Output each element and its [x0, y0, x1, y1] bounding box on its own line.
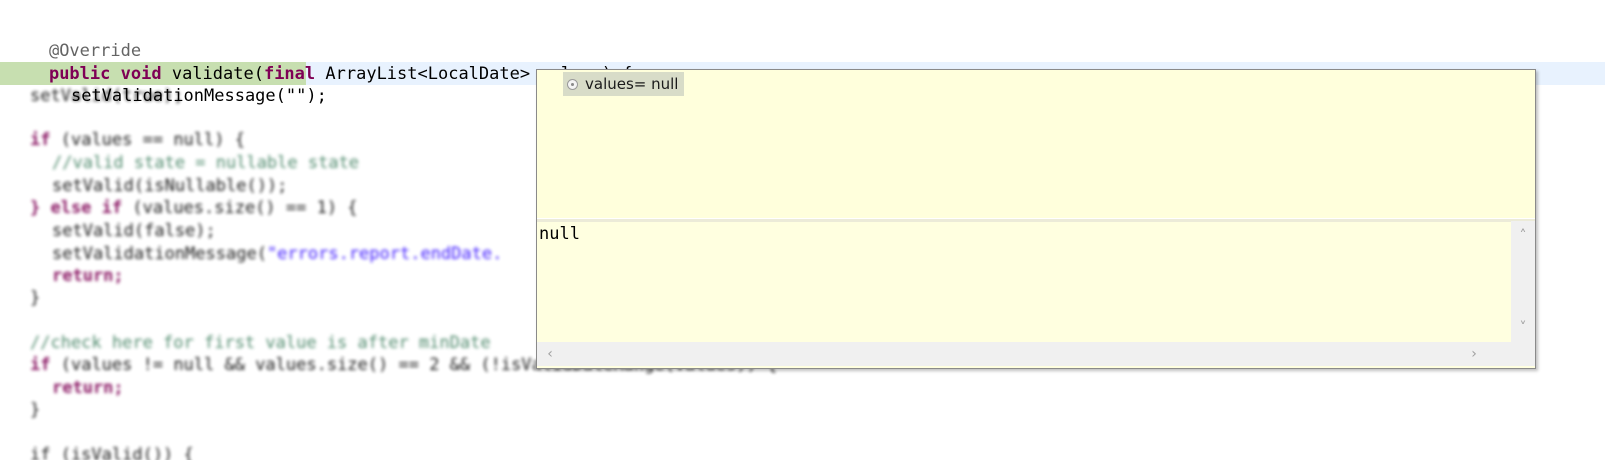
detail-pane[interactable]: null ˄ ˅ ‹ ›	[537, 221, 1535, 368]
variable-tree[interactable]: values= null	[537, 70, 1535, 218]
tree-item-values[interactable]: values= null	[563, 72, 685, 96]
code-line-signature[interactable]: public void validate(final ArrayList<Loc…	[8, 40, 633, 84]
code-line-set-validation[interactable]: setValidationMessage("");	[30, 62, 327, 106]
tree-item-label: values= null	[585, 75, 679, 93]
code-line[interactable]: return;	[52, 377, 124, 400]
scroll-left-icon[interactable]: ‹	[543, 347, 557, 361]
code-line[interactable]: setValid(true);	[30, 85, 184, 108]
code-line[interactable]: //valid state = nullable state	[52, 152, 359, 175]
code-line[interactable]: if (values == null) {	[30, 129, 245, 152]
code-line[interactable]: }	[30, 399, 40, 422]
horizontal-scrollbar[interactable]: ‹ ›	[537, 342, 1511, 366]
scroll-up-icon[interactable]: ˄	[1516, 229, 1530, 243]
scroll-right-icon[interactable]: ›	[1467, 347, 1481, 361]
code-line[interactable]: setValid(isNullable());	[52, 175, 287, 198]
code-line[interactable]: return;	[52, 265, 124, 288]
code-line-override[interactable]: @Override	[8, 17, 141, 61]
variable-icon	[567, 78, 578, 90]
code-line[interactable]: } else if (values.size() == 1) {	[30, 197, 358, 220]
scroll-corner	[1511, 342, 1535, 366]
detail-value-text[interactable]: null	[539, 223, 1489, 341]
vertical-scrollbar[interactable]: ˄ ˅	[1511, 221, 1535, 342]
scroll-down-icon[interactable]: ˅	[1516, 321, 1530, 335]
code-line[interactable]: }	[30, 287, 40, 310]
code-line[interactable]: setValidationMessage("errors.report.endD…	[52, 243, 502, 266]
code-line[interactable]: if (isValid()) {	[30, 444, 194, 460]
type-name: ArrayList<LocalDate>	[325, 64, 531, 84]
variable-inspect-popup[interactable]: values= null null ˄ ˅ ‹ ›	[536, 69, 1536, 369]
code-line[interactable]: setValid(false);	[52, 220, 216, 243]
code-line[interactable]: //check here for first value is after mi…	[30, 332, 491, 355]
